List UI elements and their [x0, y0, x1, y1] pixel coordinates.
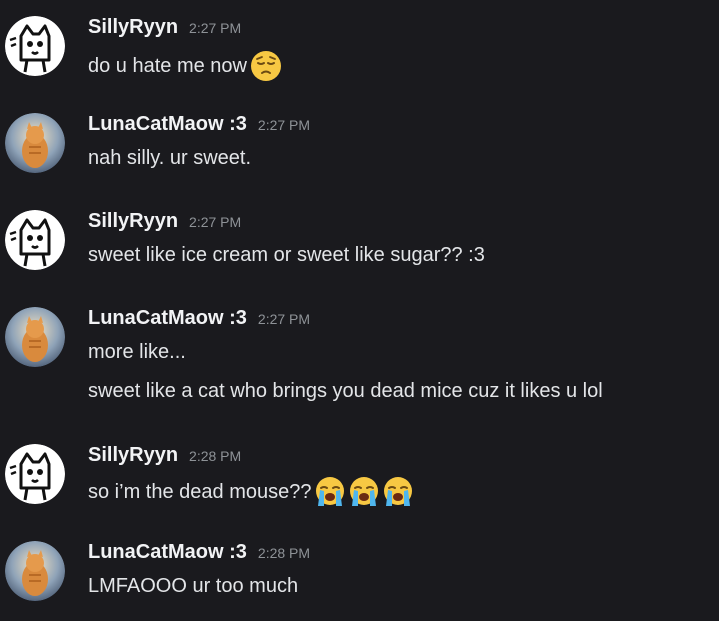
message-timestamp[interactable]: 2:28 PM — [258, 545, 310, 561]
message-text: sweet like a cat who brings you dead mic… — [88, 380, 603, 403]
author-name[interactable]: SillyRyyn — [88, 210, 178, 233]
message-content: nah silly. ur sweet. — [88, 147, 252, 169]
loudly-crying-face-icon[interactable] — [348, 476, 380, 508]
message-text: so i’m the dead mouse?? — [88, 476, 414, 508]
message-timestamp[interactable]: 2:28 PM — [189, 448, 241, 464]
user-avatar-sillyryyn[interactable] — [5, 16, 65, 76]
message-timestamp[interactable]: 2:27 PM — [189, 214, 241, 230]
user-avatar-lunacatmaow[interactable] — [5, 113, 65, 173]
message-content: LMFAOOO ur too much — [88, 575, 299, 597]
user-avatar-lunacatmaow[interactable] — [5, 307, 65, 367]
author-name[interactable]: LunaCatMaow :3 — [88, 307, 247, 330]
user-avatar-sillyryyn[interactable] — [5, 444, 65, 504]
author-name[interactable]: SillyRyyn — [88, 16, 178, 39]
message-content: sweet like ice cream or sweet like sugar… — [88, 244, 485, 266]
message-timestamp[interactable]: 2:27 PM — [258, 117, 310, 133]
author-name[interactable]: SillyRyyn — [88, 444, 178, 467]
message-content: sweet like a cat who brings you dead mic… — [88, 380, 603, 402]
message-content: so i’m the dead mouse?? — [88, 480, 312, 503]
cartoon-cat-avatar-icon — [5, 210, 65, 270]
message-text: do u hate me now — [88, 50, 282, 82]
loudly-crying-face-icon[interactable] — [382, 476, 414, 508]
author-name[interactable]: LunaCatMaow :3 — [88, 113, 247, 136]
message-text: LMFAOOO ur too much — [88, 575, 298, 598]
pensive-face-icon[interactable] — [250, 50, 282, 82]
user-avatar-lunacatmaow[interactable] — [5, 541, 65, 601]
orange-cat-photo-avatar-icon — [5, 307, 65, 367]
cartoon-cat-avatar-icon — [5, 444, 65, 504]
message-text: nah silly. ur sweet. — [88, 147, 251, 170]
message-text: more like... — [88, 341, 186, 364]
message-timestamp[interactable]: 2:27 PM — [189, 20, 241, 36]
user-avatar-sillyryyn[interactable] — [5, 210, 65, 270]
chat-log: SillyRyyn 2:27 PM do u hate me now LunaC… — [0, 0, 719, 621]
author-name[interactable]: LunaCatMaow :3 — [88, 541, 247, 564]
message-text: sweet like ice cream or sweet like sugar… — [88, 244, 485, 267]
message-content: do u hate me now — [88, 54, 247, 77]
orange-cat-photo-avatar-icon — [5, 113, 65, 173]
message-timestamp[interactable]: 2:27 PM — [258, 311, 310, 327]
cartoon-cat-avatar-icon — [5, 16, 65, 76]
orange-cat-photo-avatar-icon — [5, 541, 65, 601]
loudly-crying-face-icon[interactable] — [314, 476, 346, 508]
message-content: more like... — [88, 341, 186, 363]
